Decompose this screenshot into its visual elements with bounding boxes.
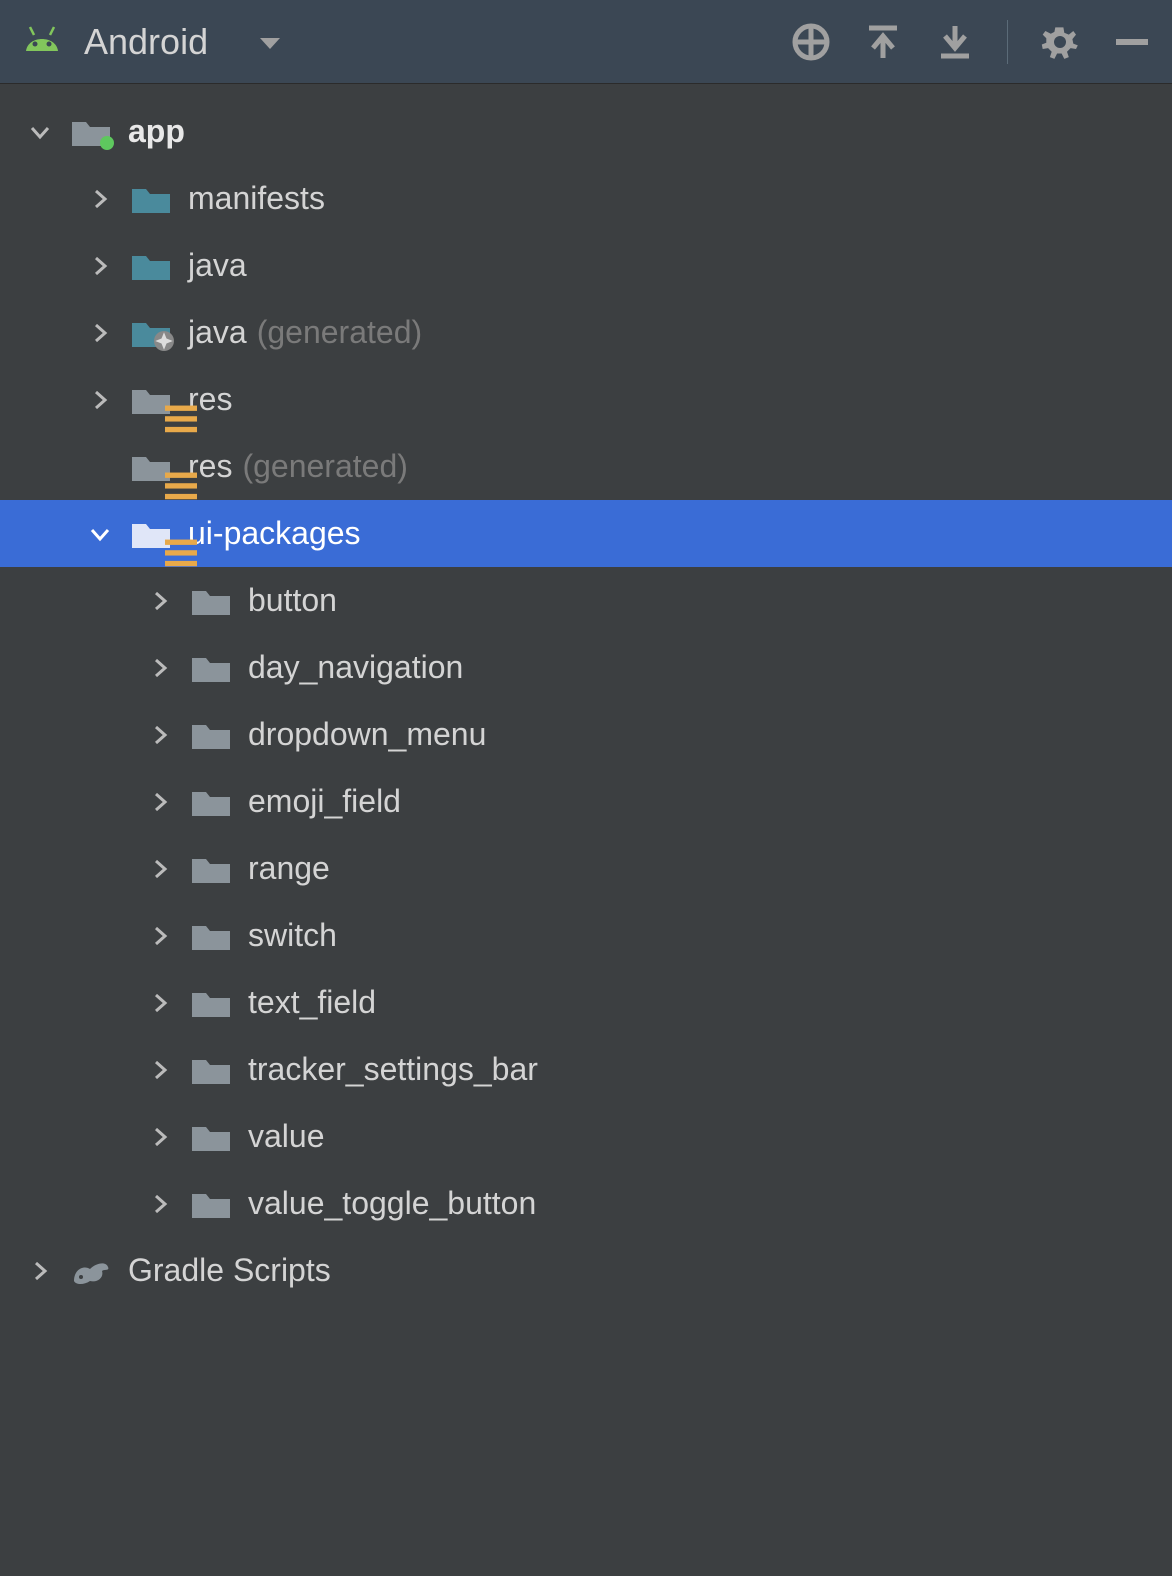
chevron-right-icon xyxy=(24,1259,56,1283)
tree-item-label: text_field xyxy=(248,984,376,1021)
folder-icon xyxy=(130,250,172,282)
tree-item-suffix: (generated) xyxy=(242,448,407,485)
view-selector[interactable]: Android xyxy=(20,21,282,63)
tree-item[interactable]: emoji_field xyxy=(0,768,1172,835)
tree-item-label: java xyxy=(188,314,247,351)
folder-icon xyxy=(190,1188,232,1220)
separator xyxy=(1007,20,1008,64)
expand-all-icon[interactable] xyxy=(863,22,903,62)
tree-item[interactable]: ui-packages xyxy=(0,500,1172,567)
folder-icon xyxy=(130,183,172,215)
tree-item-label: value xyxy=(248,1118,325,1155)
folder-icon xyxy=(130,384,172,416)
chevron-down-icon xyxy=(24,120,56,144)
view-selector-label: Android xyxy=(84,21,208,63)
chevron-right-icon xyxy=(144,1058,176,1082)
tree-item-gradle-scripts[interactable]: Gradle Scripts xyxy=(0,1237,1172,1304)
tree-item-label: manifests xyxy=(188,180,325,217)
tree-item-label: dropdown_menu xyxy=(248,716,486,753)
tree-item[interactable]: dropdown_menu xyxy=(0,701,1172,768)
tree-item-label: app xyxy=(128,113,185,150)
tree-item-label: Gradle Scripts xyxy=(128,1252,331,1289)
tree-item[interactable]: day_navigation xyxy=(0,634,1172,701)
tree-item[interactable]: java xyxy=(0,232,1172,299)
chevron-right-icon xyxy=(84,254,116,278)
tree-item-label: range xyxy=(248,850,330,887)
project-tree: app manifests java java (generated) res xyxy=(0,84,1172,1304)
chevron-down-icon xyxy=(84,522,116,546)
tree-item-app[interactable]: app xyxy=(0,98,1172,165)
tree-item-label: tracker_settings_bar xyxy=(248,1051,538,1088)
select-opened-file-icon[interactable] xyxy=(791,22,831,62)
folder-icon xyxy=(190,1054,232,1086)
folder-icon xyxy=(190,652,232,684)
tree-item[interactable]: manifests xyxy=(0,165,1172,232)
chevron-right-icon xyxy=(84,321,116,345)
chevron-right-icon xyxy=(144,1125,176,1149)
chevron-right-icon xyxy=(144,723,176,747)
android-icon xyxy=(20,23,64,61)
tree-item-label: java xyxy=(188,247,247,284)
chevron-right-icon xyxy=(144,991,176,1015)
folder-icon xyxy=(130,451,172,483)
project-panel-header: Android xyxy=(0,0,1172,84)
settings-icon[interactable] xyxy=(1040,22,1080,62)
tree-item[interactable]: range xyxy=(0,835,1172,902)
folder-icon xyxy=(190,853,232,885)
chevron-down-icon xyxy=(258,23,282,60)
tree-item[interactable]: value_toggle_button xyxy=(0,1170,1172,1237)
tree-item[interactable]: value xyxy=(0,1103,1172,1170)
chevron-right-icon xyxy=(144,656,176,680)
tree-item[interactable]: switch xyxy=(0,902,1172,969)
chevron-right-icon xyxy=(144,857,176,881)
chevron-right-icon xyxy=(144,924,176,948)
chevron-right-icon xyxy=(84,388,116,412)
tree-item-label: button xyxy=(248,582,337,619)
chevron-right-icon xyxy=(144,1192,176,1216)
tree-item[interactable]: res xyxy=(0,366,1172,433)
tree-item[interactable]: text_field xyxy=(0,969,1172,1036)
module-folder-icon xyxy=(70,116,112,148)
collapse-all-icon[interactable] xyxy=(935,22,975,62)
chevron-right-icon xyxy=(144,589,176,613)
gradle-icon xyxy=(70,1255,112,1287)
tree-item[interactable]: res (generated) xyxy=(0,433,1172,500)
folder-icon xyxy=(190,786,232,818)
tree-item-suffix: (generated) xyxy=(257,314,422,351)
folder-icon xyxy=(130,518,172,550)
tree-item[interactable]: button xyxy=(0,567,1172,634)
folder-icon xyxy=(190,1121,232,1153)
tree-item-label: value_toggle_button xyxy=(248,1185,536,1222)
folder-icon xyxy=(130,317,172,349)
tree-item-label: switch xyxy=(248,917,337,954)
tree-item-label: day_navigation xyxy=(248,649,463,686)
hide-icon[interactable] xyxy=(1112,22,1152,62)
tree-item[interactable]: java (generated) xyxy=(0,299,1172,366)
chevron-right-icon xyxy=(84,187,116,211)
tree-item-label: ui-packages xyxy=(188,515,361,552)
tree-item[interactable]: tracker_settings_bar xyxy=(0,1036,1172,1103)
folder-icon xyxy=(190,987,232,1019)
folder-icon xyxy=(190,719,232,751)
folder-icon xyxy=(190,585,232,617)
tree-item-label: emoji_field xyxy=(248,783,401,820)
folder-icon xyxy=(190,920,232,952)
chevron-right-icon xyxy=(144,790,176,814)
